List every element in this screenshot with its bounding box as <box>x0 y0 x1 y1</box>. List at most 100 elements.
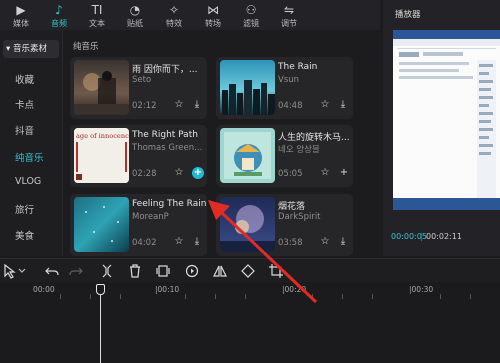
sidebar-item-vlog[interactable]: VLOG <box>15 176 41 187</box>
album-cover <box>74 60 129 115</box>
sidebar-item-beat[interactable]: 卡点 <box>15 97 34 111</box>
rotate-icon[interactable] <box>240 263 256 279</box>
ruler-label: |00:20 <box>282 285 307 294</box>
music-card[interactable]: The Rain Vsun 04:48 ☆ ⤓ <box>216 57 353 119</box>
ruler-tick <box>470 294 471 299</box>
edit-toolbar <box>0 258 500 282</box>
music-card[interactable]: 雨 因你而下，... Seto 02:12 ☆ ⤓ <box>70 57 207 119</box>
download-icon[interactable]: ⤓ <box>192 99 202 111</box>
track-artist: Vsun <box>278 75 300 85</box>
album-cover-text: age of innocence <box>76 132 129 140</box>
effects-icon: ✧ <box>168 3 180 17</box>
music-card[interactable]: 烟花落 DarkSpirit 03:58 ☆ ⤓ <box>216 194 353 256</box>
track-duration: 02:28 <box>132 169 157 179</box>
adjust-icon: ⇋ <box>283 3 295 17</box>
tab-filter-label: 滤镜 <box>243 19 259 28</box>
ruler-tick <box>90 294 91 299</box>
sticker-icon: ◔ <box>129 3 141 17</box>
section-title: 纯音乐 <box>73 42 99 52</box>
playhead-line <box>100 288 101 363</box>
album-cover <box>220 197 275 252</box>
sidebar-item-favorites[interactable]: 收藏 <box>15 72 34 86</box>
time-separator: | <box>420 232 423 241</box>
split-icon[interactable] <box>99 263 115 279</box>
music-list-panel: 纯音乐 雨 因你而下，... Seto 02:12 ☆ ⤓ The Rain V… <box>64 30 380 256</box>
add-to-track-button[interactable]: + <box>192 167 204 179</box>
transition-icon: ⋈ <box>207 3 219 17</box>
tab-text-label: 文本 <box>89 19 105 28</box>
tab-media-label: 媒体 <box>13 19 29 28</box>
track-duration: 04:48 <box>278 101 303 111</box>
track-title: 雨 因你而下，... <box>132 65 198 75</box>
favorite-star-icon[interactable]: ☆ <box>174 99 184 111</box>
favorite-star-icon[interactable]: ☆ <box>320 236 330 248</box>
sidebar-item-food[interactable]: 美食 <box>15 228 34 242</box>
track-duration: 03:58 <box>278 238 303 248</box>
player-title: 播放器 <box>395 10 421 20</box>
track-title: The Right Path <box>132 130 198 140</box>
sidebar-header-music-material[interactable]: ▾ 音乐素材 <box>3 40 59 58</box>
tab-adjust-label: 调节 <box>281 19 297 28</box>
undo-icon[interactable] <box>44 263 60 279</box>
playhead-handle[interactable] <box>96 284 105 295</box>
mirror-icon[interactable] <box>212 263 228 279</box>
favorite-star-icon[interactable]: ☆ <box>320 99 330 111</box>
sidebar-item-douyin[interactable]: 抖音 <box>15 123 34 137</box>
download-icon[interactable]: ⤓ <box>338 99 348 111</box>
music-card[interactable]: Feeling The Rain MoreanP 04:02 ☆ ⤓ <box>70 194 207 256</box>
tab-effects[interactable]: ✧ 特效 <box>157 0 191 30</box>
tab-audio-label: 音频 <box>51 19 67 28</box>
ruler-label: |00:30 <box>409 285 434 294</box>
tab-audio[interactable]: ♪ 音频 <box>42 0 76 30</box>
album-cover <box>220 128 275 183</box>
track-artist: Seto <box>132 75 152 85</box>
tab-sticker[interactable]: ◔ 贴纸 <box>118 0 152 30</box>
freeze-frame-icon[interactable] <box>155 263 171 279</box>
track-artist: DarkSpirit <box>278 212 321 222</box>
track-duration: 02:12 <box>132 101 157 111</box>
track-duration: 04:02 <box>132 238 157 248</box>
tab-text[interactable]: TI 文本 <box>80 0 114 30</box>
track-duration: 05:05 <box>278 169 303 179</box>
select-tool-icon[interactable] <box>2 263 18 279</box>
ruler-tick <box>372 294 373 299</box>
ruler-label: 00:00 <box>33 285 55 294</box>
media-toolbar: ▶ 媒体 ♪ 音频 TI 文本 ◔ 贴纸 ✧ 特效 ⋈ 转场 ⚇ 滤镜 ⇋ 调节 <box>0 0 380 30</box>
tab-filter[interactable]: ⚇ 滤镜 <box>234 0 268 30</box>
track-artist: Thomas Green... <box>132 143 203 153</box>
sidebar-item-pure-music[interactable]: 纯音乐 <box>15 150 44 164</box>
delete-icon[interactable] <box>127 263 143 279</box>
tab-effects-label: 特效 <box>166 19 182 28</box>
tab-transition[interactable]: ⋈ 转场 <box>196 0 230 30</box>
music-card[interactable]: 人生的旋转木马... 네오 앙상블 05:05 ☆ + <box>216 125 353 187</box>
total-time: 00:02:11 <box>426 232 462 241</box>
track-artist: 네오 앙상블 <box>278 145 320 155</box>
video-preview[interactable] <box>393 30 500 210</box>
tab-adjust[interactable]: ⇋ 调节 <box>272 0 306 30</box>
track-title: The Rain <box>278 62 318 72</box>
download-icon[interactable]: ⤓ <box>338 236 348 248</box>
sidebar-item-travel[interactable]: 旅行 <box>15 202 34 216</box>
tab-media[interactable]: ▶ 媒体 <box>4 0 38 30</box>
text-icon: TI <box>91 3 103 17</box>
redo-icon[interactable] <box>68 263 84 279</box>
timeline[interactable]: 00:00 |00:10 |00:20 |00:30 <box>0 282 500 363</box>
album-cover <box>74 197 129 252</box>
track-title: Feeling The Rain <box>132 199 206 209</box>
music-category-sidebar: ▾ 音乐素材 收藏 卡点 抖音 纯音乐 VLOG 旅行 美食 <box>0 30 63 256</box>
player-panel: 播放器 00:00:05 | 00:02:11 <box>383 0 500 256</box>
track-title: 人生的旋转木马... <box>278 133 350 143</box>
crop-icon[interactable] <box>268 263 284 279</box>
track-title: 烟花落 <box>278 202 306 212</box>
music-card[interactable]: age of innocence The Right Path Thomas G… <box>70 125 207 187</box>
media-icon: ▶ <box>16 3 26 17</box>
chevron-down-icon[interactable] <box>17 263 27 279</box>
add-to-track-button[interactable]: + <box>338 167 350 179</box>
favorite-star-icon[interactable]: ☆ <box>174 167 184 179</box>
reverse-icon[interactable] <box>184 263 200 279</box>
ruler-tick <box>120 294 121 299</box>
favorite-star-icon[interactable]: ☆ <box>320 167 330 179</box>
download-icon[interactable]: ⤓ <box>192 236 202 248</box>
ruler-tick <box>312 294 313 299</box>
favorite-star-icon[interactable]: ☆ <box>174 236 184 248</box>
